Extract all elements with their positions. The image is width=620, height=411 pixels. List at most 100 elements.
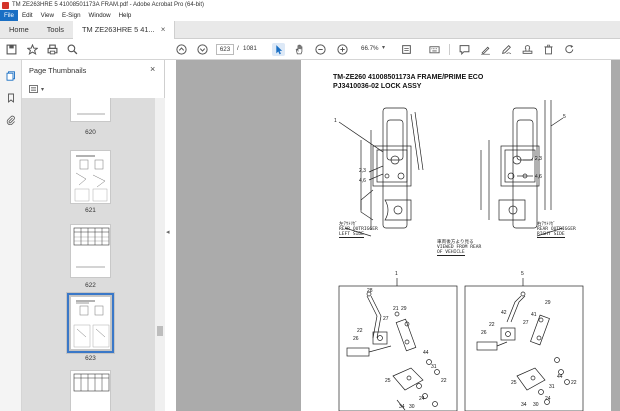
- zoom-out-icon[interactable]: [314, 43, 327, 56]
- caption-left-line2: LEFT SIDE: [339, 232, 364, 238]
- menu-edit[interactable]: Edit: [18, 10, 37, 21]
- page-thumbnails-icon[interactable]: [5, 70, 17, 82]
- callout-label: 41: [531, 312, 537, 318]
- collapse-panel-icon[interactable]: ◂: [166, 228, 170, 236]
- callout-label: 28: [367, 288, 373, 294]
- highlight-pen-icon[interactable]: [479, 43, 492, 56]
- menu-view[interactable]: View: [37, 10, 58, 21]
- page-thumbnails-panel: Page Thumbnails × ▾ 620 621 622 623: [22, 60, 165, 411]
- next-page-icon[interactable]: [196, 43, 209, 56]
- zoom-in-icon[interactable]: [336, 43, 349, 56]
- thumbnail-label: 621: [85, 207, 96, 214]
- thumbnail-list[interactable]: 620 621 622 623: [22, 98, 155, 411]
- tab-tools[interactable]: Tools: [38, 21, 73, 39]
- thumbnail-preview: [74, 155, 108, 202]
- save-icon[interactable]: [5, 43, 18, 56]
- tab-bar: Home Tools TM ZE263HRE 5 41... ×: [0, 21, 620, 39]
- scrollbar-thumb[interactable]: [157, 326, 163, 336]
- callout-label: 1: [395, 271, 398, 277]
- callout-label: 29: [401, 306, 407, 312]
- callout-label: 5: [563, 114, 566, 120]
- panel-title: Page Thumbnails: [29, 66, 87, 75]
- callout-label: 27: [523, 320, 529, 326]
- callout-label: 1: [334, 118, 337, 124]
- callout-label: 5: [521, 271, 524, 277]
- page-separator: /: [237, 45, 239, 52]
- callout-label: 44: [557, 374, 563, 380]
- previous-page-icon[interactable]: [175, 43, 188, 56]
- window-title: TM ZE263HRE 5 41008501173A FRAM.pdf - Ad…: [12, 2, 204, 8]
- stamp-icon[interactable]: [521, 43, 534, 56]
- delete-icon[interactable]: [542, 43, 555, 56]
- title-bar: TM ZE263HRE 5 41008501173A FRAM.pdf - Ad…: [0, 0, 620, 10]
- tab-document-label: TM ZE263HRE 5 41...: [81, 25, 155, 34]
- callout-label: 26: [481, 330, 487, 336]
- bookmark-icon[interactable]: [5, 92, 17, 104]
- callout-label: 29: [545, 300, 551, 306]
- thumbnail-page[interactable]: [70, 98, 111, 122]
- callout-label: 25: [511, 380, 517, 386]
- page-number-input[interactable]: 623: [216, 44, 234, 55]
- star-icon[interactable]: [26, 43, 39, 56]
- tab-close-icon[interactable]: ×: [161, 21, 166, 39]
- thumbnail-options-button[interactable]: ▾: [29, 85, 44, 93]
- thumbnail-preview: [77, 113, 105, 115]
- chevron-down-icon[interactable]: ▾: [382, 44, 385, 51]
- thumbnail-page-selected[interactable]: [67, 293, 114, 353]
- thumbnail-page[interactable]: [70, 224, 111, 278]
- callout-label: 4,6: [359, 178, 366, 184]
- fit-page-icon[interactable]: [400, 43, 413, 56]
- menu-window[interactable]: Window: [85, 10, 115, 21]
- rotate-icon[interactable]: [563, 43, 576, 56]
- callout-label: 22: [357, 328, 363, 334]
- toolbar: 623 / 1081 66.7% ▾: [0, 39, 620, 60]
- close-panel-icon[interactable]: ×: [150, 64, 155, 74]
- callout-label: 21: [393, 306, 399, 312]
- callout-label: 24: [545, 396, 551, 402]
- callout-label: 25: [385, 378, 391, 384]
- menu-esign[interactable]: E-Sign: [58, 10, 85, 21]
- thumbnail-scrollbar[interactable]: [155, 98, 165, 411]
- thumbnail-label: 622: [85, 282, 96, 289]
- callout-label: 24: [419, 396, 425, 402]
- callout-label: 30: [533, 402, 539, 408]
- caption-right-line2: RIGHT SIDE: [537, 232, 565, 238]
- callout-label: 22: [441, 378, 447, 384]
- menu-file[interactable]: File: [0, 10, 18, 21]
- thumbnail-preview: [73, 373, 110, 392]
- attachment-icon[interactable]: [5, 114, 17, 126]
- navigation-rail: [0, 60, 22, 411]
- thumbnail-label: 623: [85, 355, 96, 362]
- callout-label: 44: [423, 350, 429, 356]
- callout-label: 42: [501, 310, 507, 316]
- thumbnail-page[interactable]: [70, 370, 111, 411]
- select-cursor-icon[interactable]: [272, 43, 285, 56]
- callout-label: 31: [549, 384, 555, 390]
- keyboard-icon[interactable]: [428, 43, 441, 56]
- toolbar-divider: [449, 44, 450, 55]
- menu-bar: File Edit View E-Sign Window Help: [0, 10, 620, 21]
- list-options-icon: [29, 85, 38, 93]
- draw-icon[interactable]: [500, 43, 513, 56]
- thumbnail-page[interactable]: [70, 150, 111, 204]
- tab-document[interactable]: TM ZE263HRE 5 41... ×: [72, 21, 176, 39]
- find-icon[interactable]: [66, 43, 79, 56]
- menu-help[interactable]: Help: [115, 10, 136, 21]
- hand-tool-icon[interactable]: [293, 43, 306, 56]
- thumbnail-preview: [73, 227, 110, 268]
- thumbnail-label: 620: [85, 129, 96, 136]
- zoom-level-select[interactable]: 66.7%: [361, 45, 379, 52]
- callout-label: 2,3: [535, 156, 542, 162]
- callout-label: 30: [409, 404, 415, 410]
- callout-label: 31: [431, 364, 437, 370]
- callout-label: 22: [571, 380, 577, 386]
- tab-home[interactable]: Home: [0, 21, 38, 39]
- chevron-down-icon: ▾: [41, 86, 45, 93]
- callout-label: 2,3: [359, 168, 366, 174]
- callout-label: 22: [489, 322, 495, 328]
- comment-icon[interactable]: [458, 43, 471, 56]
- acrobat-icon: [2, 1, 9, 9]
- page-total: 1081: [243, 45, 257, 52]
- print-icon[interactable]: [46, 43, 59, 56]
- callout-label: 26: [353, 336, 359, 342]
